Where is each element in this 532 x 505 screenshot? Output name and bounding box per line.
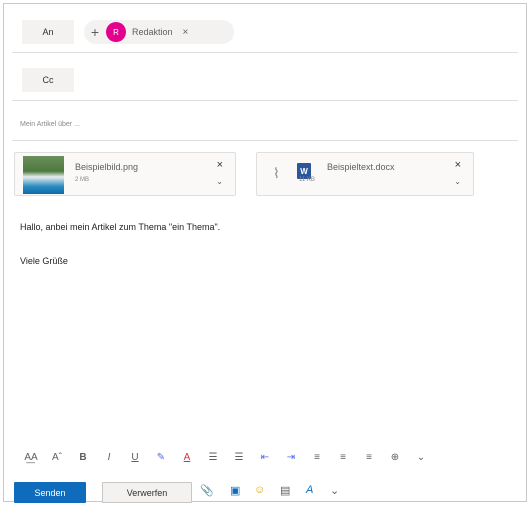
remove-attachment-icon[interactable]: × — [455, 159, 461, 171]
divider — [12, 100, 518, 101]
discard-button[interactable]: Verwerfen — [102, 482, 192, 503]
numbering-icon[interactable]: ☰ — [226, 452, 252, 463]
attachment-name: Beispieltext.docx — [327, 162, 395, 172]
attach-icon[interactable]: 📎 — [200, 484, 214, 497]
action-bar: Senden Verwerfen 📎 ▣ ☺ ▤ A ⌄ — [4, 482, 526, 503]
add-recipient-icon[interactable]: + — [84, 24, 106, 40]
emoji-icon[interactable]: ☺ — [254, 484, 265, 496]
chevron-down-icon[interactable]: ⌄ — [330, 484, 339, 497]
recipient-avatar: R — [106, 22, 126, 42]
grow-font-icon[interactable]: Aˆ — [44, 452, 70, 463]
remove-recipient-icon[interactable]: × — [183, 27, 189, 38]
format-text-icon[interactable]: A — [306, 484, 313, 496]
attachment-card[interactable]: Beispielbild.png 2 MB × ⌄ — [14, 152, 236, 196]
underline-icon[interactable]: U — [122, 452, 148, 463]
cc-row: Cc — [12, 66, 518, 94]
font-size-icon[interactable]: A͟A — [18, 452, 44, 463]
body-line[interactable]: Viele Grüße — [20, 256, 68, 266]
link-icon[interactable]: ⊕ — [382, 452, 408, 463]
attachment-name: Beispielbild.png — [75, 162, 139, 172]
italic-icon[interactable]: I — [96, 452, 122, 463]
highlight-icon[interactable]: ✎ — [148, 452, 174, 463]
outdent-icon[interactable]: ⇤ — [252, 452, 278, 463]
divider — [12, 52, 518, 53]
align-left-icon[interactable]: ≡ — [304, 452, 330, 463]
recipient-name: Redaktion — [132, 27, 173, 37]
font-color-icon[interactable]: A — [174, 452, 200, 463]
schedule-icon[interactable]: ▤ — [280, 484, 290, 497]
bold-icon[interactable]: B — [70, 452, 96, 463]
chevron-down-icon[interactable]: ⌄ — [454, 177, 461, 186]
paperclip-icon: ⌇ — [273, 165, 280, 181]
chevron-down-icon[interactable]: ⌄ — [216, 177, 223, 186]
bullets-icon[interactable]: ☰ — [200, 452, 226, 463]
subject-input[interactable]: Mein Artikel über ... — [20, 121, 80, 128]
attachment-card[interactable]: ⌇ W Beispieltext.docx 11 KB × ⌄ — [256, 152, 474, 196]
format-toolbar: A͟A Aˆ B I U ✎ A ☰ ☰ ⇤ ⇥ ≡ ≡ ≡ ⊕ ⌄ — [18, 449, 434, 465]
chevron-down-icon[interactable]: ⌄ — [408, 452, 434, 463]
indent-icon[interactable]: ⇥ — [278, 452, 304, 463]
cc-button[interactable]: Cc — [22, 68, 74, 92]
image-thumbnail — [23, 156, 64, 194]
compose-window: An + R Redaktion × Cc Mein Artikel über … — [3, 3, 527, 503]
to-row: An + R Redaktion × — [12, 18, 518, 46]
align-right-icon[interactable]: ≡ — [356, 452, 382, 463]
attachment-size: 11 KB — [299, 177, 315, 183]
send-button[interactable]: Senden — [14, 482, 86, 503]
image-icon[interactable]: ▣ — [230, 484, 240, 497]
remove-attachment-icon[interactable]: × — [217, 159, 223, 171]
attachment-size: 2 MB — [75, 177, 90, 183]
align-center-icon[interactable]: ≡ — [330, 452, 356, 463]
divider — [12, 140, 518, 141]
to-button[interactable]: An — [22, 20, 74, 44]
recipient-field[interactable]: + R Redaktion × — [84, 20, 234, 44]
body-line[interactable]: Hallo, anbei mein Artikel zum Thema "ein… — [20, 222, 220, 232]
